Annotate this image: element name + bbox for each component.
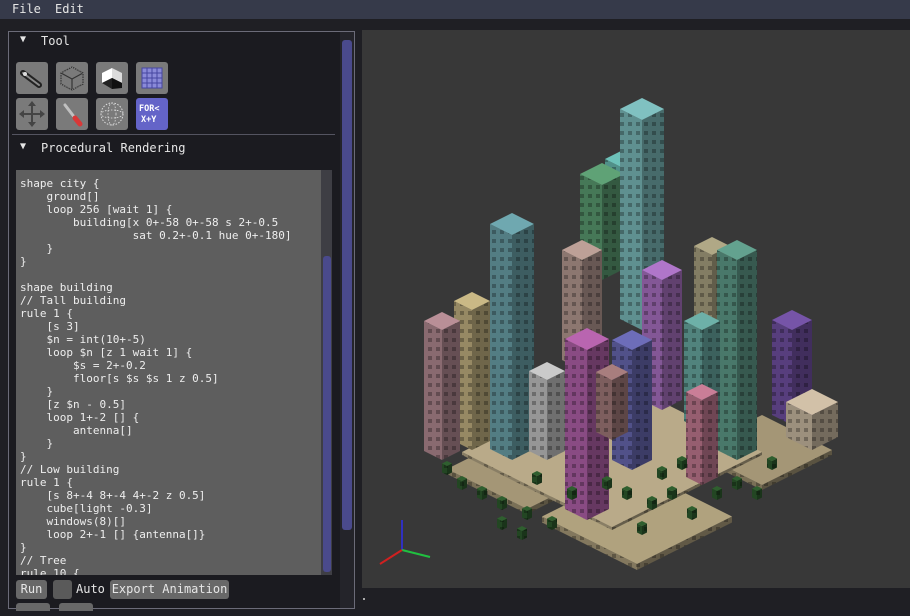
solid-cube-icon <box>102 68 122 89</box>
building-windows <box>632 340 652 470</box>
code-text[interactable]: shape city { ground[] loop 256 [wait 1] … <box>20 177 292 575</box>
collapse-triangle-icon: ▼ <box>20 141 27 152</box>
city-scene <box>424 98 838 570</box>
run-button[interactable]: Run <box>16 580 47 599</box>
building-windows <box>596 372 612 440</box>
for-loop-icon: FOR< X+Y <box>139 104 159 125</box>
brush-tool-button[interactable] <box>56 98 88 130</box>
move-tool-button[interactable] <box>16 98 48 130</box>
wireframe-cube-icon <box>60 66 84 91</box>
tool-window: ▼ Tool FOR< X+Y ▼ Procedural Rendering s… <box>8 31 355 611</box>
code-editor[interactable]: shape city { ground[] loop 256 [wait 1] … <box>16 170 332 575</box>
building-windows <box>702 392 718 485</box>
for-loop-tool-button[interactable]: FOR< X+Y <box>136 98 168 130</box>
grid-tool-button[interactable] <box>136 62 168 94</box>
building-windows <box>737 250 757 460</box>
building-windows <box>529 371 547 460</box>
export-animation-button[interactable]: Export Animation <box>110 580 229 599</box>
partial-button[interactable] <box>16 603 50 611</box>
menu-bar: File Edit <box>0 0 910 19</box>
axis-gizmo-icon <box>379 520 431 565</box>
status-dot <box>363 598 365 600</box>
sphere-tool-button[interactable] <box>96 98 128 130</box>
grid-icon <box>141 67 163 89</box>
panel-scrollbar-thumb[interactable] <box>342 40 352 530</box>
solid-cube-tool-button[interactable] <box>96 62 128 94</box>
section-divider <box>12 134 335 135</box>
wireframe-cube-tool-button[interactable] <box>56 62 88 94</box>
menu-edit[interactable]: Edit <box>55 2 84 16</box>
3d-viewport[interactable] <box>362 30 910 588</box>
building-windows <box>490 224 512 460</box>
building-windows <box>662 270 682 410</box>
code-scrollbar-thumb[interactable] <box>323 256 331 572</box>
menu-file[interactable]: File <box>12 2 41 16</box>
brush-icon <box>63 103 83 127</box>
building-windows <box>472 301 490 450</box>
city-render <box>379 98 838 570</box>
auto-label: Auto <box>76 582 105 596</box>
building-windows <box>442 321 460 460</box>
auto-checkbox[interactable] <box>53 580 72 599</box>
svg-text:FOR<: FOR< <box>139 104 159 114</box>
building-windows <box>612 372 628 440</box>
building-windows <box>686 392 702 485</box>
svg-text:X+Y: X+Y <box>141 115 157 125</box>
move-arrows-icon <box>19 101 45 127</box>
tool-section-header[interactable]: ▼ Tool <box>12 32 334 50</box>
partial-button[interactable] <box>59 603 93 611</box>
pen-icon <box>20 70 42 88</box>
tool-section-title: Tool <box>41 34 70 48</box>
building-windows <box>620 109 642 330</box>
procedural-section-header[interactable]: ▼ Procedural Rendering <box>12 139 334 157</box>
collapse-triangle-icon: ▼ <box>20 34 27 45</box>
code-scrollbar[interactable] <box>321 170 332 575</box>
panel-scrollbar[interactable] <box>340 32 354 608</box>
sphere-icon <box>100 102 124 126</box>
building-windows <box>424 321 442 460</box>
pen-tool-button[interactable] <box>16 62 48 94</box>
building-windows <box>547 371 565 460</box>
procedural-section-title: Procedural Rendering <box>41 141 186 155</box>
